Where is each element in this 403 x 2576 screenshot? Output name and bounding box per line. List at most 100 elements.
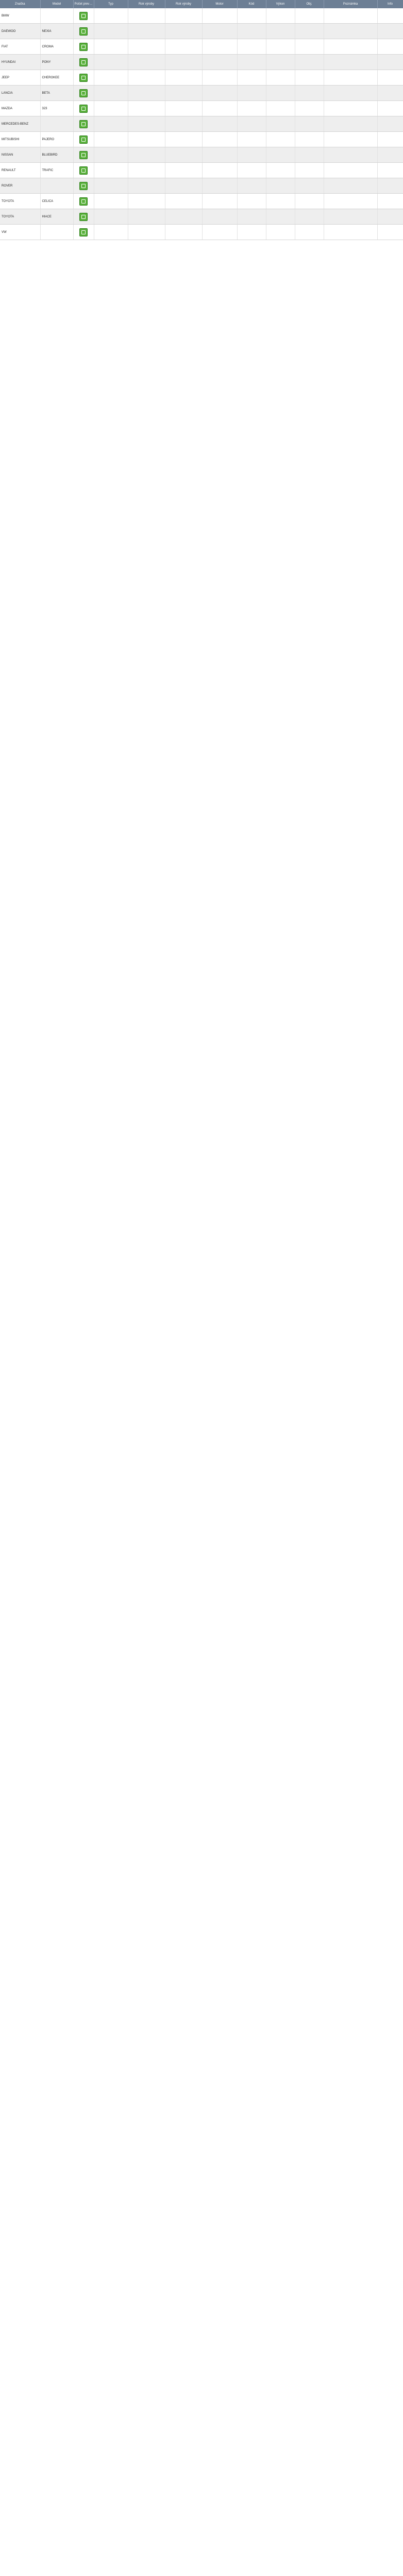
column-header[interactable]: Rok výroby <box>128 0 165 8</box>
gearbox-icon[interactable] <box>79 150 88 159</box>
table-cell <box>73 178 94 194</box>
column-header[interactable]: Počet prevodov <box>73 0 94 8</box>
table-row[interactable]: ROVER <box>0 178 403 194</box>
table-cell <box>165 131 203 147</box>
table-cell: TRAFIC <box>40 162 74 178</box>
table-row[interactable]: RENAULT TRAFIC <box>0 162 403 178</box>
table-cell <box>295 54 324 70</box>
table-cell <box>295 100 324 116</box>
table-cell <box>324 147 378 163</box>
table-cell <box>266 162 295 178</box>
gearbox-icon[interactable] <box>79 197 88 206</box>
column-header[interactable]: Výkon <box>266 0 295 8</box>
table-cell <box>94 70 128 86</box>
table-cell: FIAT <box>0 39 41 55</box>
table-cell <box>377 131 403 147</box>
table-cell <box>295 209 324 225</box>
gearbox-icon[interactable] <box>79 135 88 144</box>
table-cell <box>266 85 295 101</box>
table-row[interactable]: MERCEDES-BENZ <box>0 116 403 132</box>
table-cell <box>202 178 238 194</box>
table-cell <box>377 178 403 194</box>
table-row[interactable]: MAZDA 323 <box>0 100 403 116</box>
table-cell <box>237 209 266 225</box>
gearbox-icon[interactable] <box>79 58 88 66</box>
table-row[interactable]: FIAT CROMA <box>0 39 403 55</box>
table-cell <box>128 23 165 39</box>
table-cell: MAZDA <box>0 100 41 116</box>
gearbox-icon[interactable] <box>79 212 88 221</box>
table-cell: CROMA <box>40 39 74 55</box>
table-cell <box>377 162 403 178</box>
table-cell <box>94 131 128 147</box>
gearbox-icon[interactable] <box>79 73 88 82</box>
table-cell: PONY <box>40 54 74 70</box>
table-row[interactable]: BMW <box>0 8 403 24</box>
table-row[interactable]: JEEP CHEROKEE <box>0 70 403 86</box>
column-header[interactable]: Model <box>40 0 74 8</box>
column-header[interactable]: Rok výroby <box>165 0 203 8</box>
table-cell <box>324 39 378 55</box>
table-cell <box>165 162 203 178</box>
table-cell: CELICA <box>40 193 74 209</box>
table-cell <box>295 147 324 163</box>
table-cell <box>324 224 378 240</box>
table-cell <box>266 131 295 147</box>
table-row[interactable]: VW <box>0 224 403 240</box>
table-cell <box>324 54 378 70</box>
table-cell <box>94 116 128 132</box>
table-cell <box>377 147 403 163</box>
table-cell <box>128 85 165 101</box>
table-cell <box>73 209 94 225</box>
table-row[interactable]: HYUNDAI PONY <box>0 54 403 70</box>
table-cell <box>324 116 378 132</box>
table-cell <box>128 39 165 55</box>
column-header[interactable]: Obj. <box>295 0 324 8</box>
column-header[interactable]: Poznámka <box>324 0 378 8</box>
gearbox-icon[interactable] <box>79 120 88 128</box>
table-cell: MITSUBISHI <box>0 131 41 147</box>
gearbox-icon[interactable] <box>79 42 88 51</box>
table-cell <box>266 70 295 86</box>
gearbox-icon[interactable] <box>79 228 88 236</box>
table-cell <box>295 131 324 147</box>
table-cell <box>295 162 324 178</box>
column-header[interactable]: Motor <box>202 0 238 8</box>
table-cell: MERCEDES-BENZ <box>0 116 41 132</box>
column-header[interactable]: Značka <box>0 0 41 8</box>
table-cell: BETA <box>40 85 74 101</box>
table-cell: CHEROKEE <box>40 70 74 86</box>
table-cell <box>237 131 266 147</box>
table-cell <box>237 54 266 70</box>
table-cell <box>266 193 295 209</box>
gearbox-icon[interactable] <box>79 11 88 20</box>
table-cell <box>202 193 238 209</box>
table-cell <box>237 39 266 55</box>
table-body: BMW DAEWOO NEXIA FIAT CROMA HYUNDAI PONY JEEP CH… <box>0 8 403 240</box>
table-row[interactable]: TOYOTA HIACE <box>0 209 403 225</box>
table-row[interactable]: DAEWOO NEXIA <box>0 23 403 39</box>
table-row[interactable]: TOYOTA CELICA <box>0 193 403 209</box>
table-cell <box>324 85 378 101</box>
table-cell: NEXIA <box>40 23 74 39</box>
gearbox-icon[interactable] <box>79 104 88 113</box>
table-row[interactable]: LANCIA BETA <box>0 85 403 101</box>
table-cell <box>266 178 295 194</box>
table-row[interactable]: NISSAN BLUEBIRD <box>0 147 403 163</box>
gearbox-icon[interactable] <box>79 89 88 97</box>
table-cell <box>73 70 94 86</box>
column-header[interactable]: Info <box>377 0 403 8</box>
table-cell <box>324 100 378 116</box>
parts-table-page: Značka Model Počet prevodov Typ Rok výro… <box>0 0 403 240</box>
table-cell <box>73 8 94 24</box>
column-header[interactable]: Kód <box>237 0 266 8</box>
table-cell <box>295 8 324 24</box>
gearbox-icon[interactable] <box>79 181 88 190</box>
table-row[interactable]: MITSUBISHI PAJERO <box>0 131 403 147</box>
table-cell <box>202 70 238 86</box>
table-cell <box>73 131 94 147</box>
gearbox-icon[interactable] <box>79 27 88 36</box>
gearbox-icon[interactable] <box>79 166 88 175</box>
column-header[interactable]: Typ <box>94 0 128 8</box>
table-cell: BMW <box>0 8 41 24</box>
